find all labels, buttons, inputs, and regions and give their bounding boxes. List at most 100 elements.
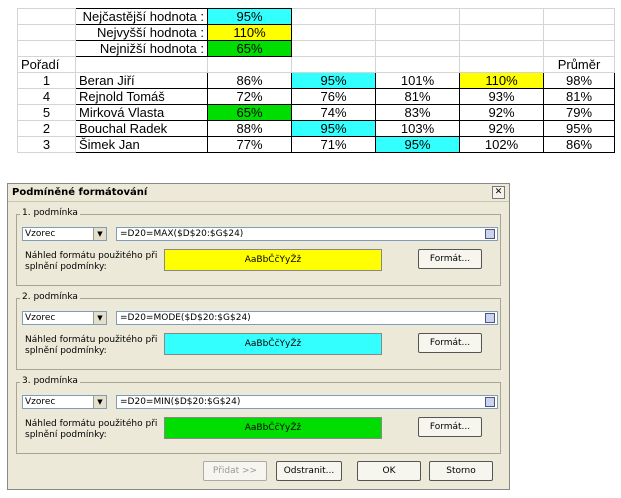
name-cell[interactable]: Rejnold Tomáš [75, 88, 208, 105]
cell[interactable] [375, 56, 460, 73]
summary-label[interactable]: Nejnižší hodnota : [75, 40, 208, 57]
condition-1-formula-input[interactable]: =D20=MAX($D$20:$G$24) [116, 227, 498, 241]
condition-2-formula-input[interactable]: =D20=MODE($D$20:$G$24) [116, 311, 498, 325]
condition-3-type-select[interactable]: Vzorec ▼ [22, 395, 107, 409]
value-cell[interactable]: 83% [375, 104, 460, 121]
cell[interactable] [75, 56, 208, 73]
value-cell[interactable]: 93% [459, 88, 544, 105]
condition-3-formula-value: =D20=MIN($D$20:$G$24) [120, 397, 241, 407]
value-cell[interactable]: 102% [459, 136, 544, 153]
condition-3-preview: AaBbČčYyŽž [164, 417, 382, 439]
average-cell[interactable]: 79% [543, 104, 615, 121]
cell[interactable] [291, 40, 376, 57]
value-cell[interactable]: 72% [207, 88, 292, 105]
cancel-button[interactable]: Storno [429, 461, 493, 481]
dialog-titlebar[interactable]: Podmíněné formátování ✕ [8, 184, 509, 202]
range-select-icon[interactable] [485, 229, 495, 239]
value-cell[interactable]: 95% [375, 136, 460, 153]
cell[interactable] [543, 40, 615, 57]
rank-cell[interactable]: 5 [17, 104, 76, 121]
cell[interactable] [17, 24, 76, 41]
condition-1-format-button[interactable]: Formát... [418, 249, 482, 269]
summary-label[interactable]: Nejčastější hodnota : [75, 8, 208, 25]
cell[interactable] [375, 40, 460, 57]
value-cell[interactable]: 81% [375, 88, 460, 105]
condition-2-format-button[interactable]: Formát... [418, 333, 482, 353]
cell[interactable] [17, 8, 76, 25]
value-cell[interactable]: 95% [291, 72, 376, 89]
rank-cell[interactable]: 4 [17, 88, 76, 105]
table-row: 1 Beran Jiří 86% 95% 101% 110% 98% [17, 72, 615, 89]
value-cell[interactable]: 92% [459, 120, 544, 137]
rank-cell[interactable]: 2 [17, 120, 76, 137]
chevron-down-icon[interactable]: ▼ [93, 312, 106, 324]
condition-3-format-button[interactable]: Formát... [418, 417, 482, 437]
chevron-down-icon[interactable]: ▼ [93, 228, 106, 240]
value-cell[interactable]: 65% [207, 104, 292, 121]
summary-row: Nejnižší hodnota : 65% [17, 40, 615, 57]
ok-button[interactable]: OK [357, 461, 421, 481]
condition-3-label: 3. podmínka [20, 376, 80, 386]
value-cell[interactable]: 88% [207, 120, 292, 137]
cell[interactable] [543, 8, 615, 25]
dialog-title: Podmíněné formátování [12, 187, 148, 198]
name-cell[interactable]: Šimek Jan [75, 136, 208, 153]
table-row: 3 Šimek Jan 77% 71% 95% 102% 86% [17, 136, 615, 153]
average-cell[interactable]: 95% [543, 120, 615, 137]
condition-1-type-select[interactable]: Vzorec ▼ [22, 227, 107, 241]
condition-2-type-select[interactable]: Vzorec ▼ [22, 311, 107, 325]
condition-1-type-value: Vzorec [25, 229, 56, 239]
range-select-icon[interactable] [485, 313, 495, 323]
rank-cell[interactable]: 3 [17, 136, 76, 153]
condition-2-label: 2. podmínka [20, 292, 80, 302]
value-cell[interactable]: 76% [291, 88, 376, 105]
value-cell[interactable]: 103% [375, 120, 460, 137]
summary-value[interactable]: 95% [207, 8, 292, 25]
cell[interactable] [459, 40, 544, 57]
table-row: 4 Rejnold Tomáš 72% 76% 81% 93% 81% [17, 88, 615, 105]
summary-value[interactable]: 65% [207, 40, 292, 57]
cell[interactable] [543, 24, 615, 41]
summary-row: Nejčastější hodnota : 95% [17, 8, 615, 25]
name-cell[interactable]: Mirková Vlasta [75, 104, 208, 121]
average-cell[interactable]: 86% [543, 136, 615, 153]
cell[interactable] [291, 8, 376, 25]
cell[interactable] [375, 24, 460, 41]
condition-3-type-value: Vzorec [25, 397, 56, 407]
condition-2-preview-label: Náhled formátu použitého při splnění pod… [25, 335, 158, 356]
summary-label[interactable]: Nejvyšší hodnota : [75, 24, 208, 41]
value-cell[interactable]: 77% [207, 136, 292, 153]
value-cell[interactable]: 110% [459, 72, 544, 89]
value-cell[interactable]: 74% [291, 104, 376, 121]
cell[interactable] [207, 56, 292, 73]
cell[interactable] [459, 24, 544, 41]
value-cell[interactable]: 92% [459, 104, 544, 121]
cell[interactable] [17, 40, 76, 57]
summary-row: Nejvyšší hodnota : 110% [17, 24, 615, 41]
cell[interactable] [291, 56, 376, 73]
range-select-icon[interactable] [485, 397, 495, 407]
cell[interactable] [459, 8, 544, 25]
cell[interactable] [375, 8, 460, 25]
condition-3-formula-input[interactable]: =D20=MIN($D$20:$G$24) [116, 395, 498, 409]
value-cell[interactable]: 71% [291, 136, 376, 153]
cell[interactable] [291, 24, 376, 41]
condition-1-group: 1. podmínka Vzorec ▼ =D20=MAX($D$20:$G$2… [16, 208, 501, 286]
summary-value[interactable]: 110% [207, 24, 292, 41]
cell[interactable] [459, 56, 544, 73]
value-cell[interactable]: 101% [375, 72, 460, 89]
add-button[interactable]: Přidat >> [203, 461, 267, 481]
rank-header[interactable]: Pořadí [17, 56, 76, 73]
value-cell[interactable]: 95% [291, 120, 376, 137]
value-cell[interactable]: 86% [207, 72, 292, 89]
name-cell[interactable]: Bouchal Radek [75, 120, 208, 137]
average-header[interactable]: Průměr [543, 56, 615, 73]
remove-button[interactable]: Odstranit... [276, 461, 342, 481]
condition-1-label: 1. podmínka [20, 208, 80, 218]
average-cell[interactable]: 81% [543, 88, 615, 105]
average-cell[interactable]: 98% [543, 72, 615, 89]
name-cell[interactable]: Beran Jiří [75, 72, 208, 89]
chevron-down-icon[interactable]: ▼ [93, 396, 106, 408]
close-icon[interactable]: ✕ [492, 186, 505, 199]
rank-cell[interactable]: 1 [17, 72, 76, 89]
